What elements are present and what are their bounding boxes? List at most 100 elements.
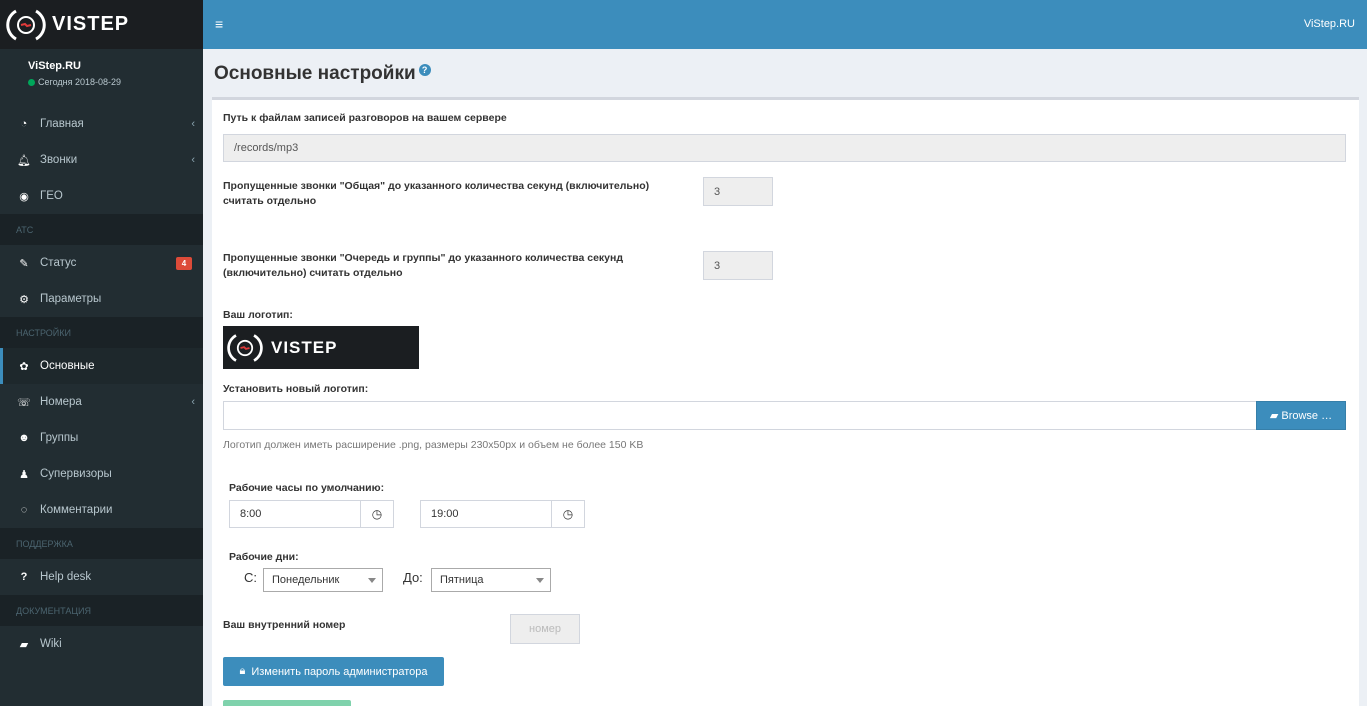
sidebar-item-wiki[interactable]: ▰ Wiki	[0, 626, 203, 662]
sidebar-item-label: Параметры	[40, 293, 102, 305]
folder-open-icon: ▰	[1269, 410, 1279, 422]
users-icon: ☻	[18, 432, 30, 444]
from-day-label: С:	[244, 570, 257, 585]
sidebar-item-label: Комментарии	[40, 504, 113, 516]
sidebar-item-helpdesk[interactable]: ? Help desk	[0, 559, 203, 595]
site-link[interactable]: ViStep.RU	[1304, 18, 1355, 30]
menu-toggle-icon[interactable]: ≡	[215, 16, 223, 32]
from-day-select[interactable]: Понедельник	[263, 568, 383, 592]
to-day-select[interactable]: Пятница	[431, 568, 551, 592]
path-input[interactable]: /records/mp3	[223, 134, 1346, 162]
missed-queue-label: Пропущенные звонки "Очередь и группы" до…	[223, 251, 623, 281]
sidebar-item-params[interactable]: ⚙ Параметры	[0, 281, 203, 317]
question-icon: ?	[20, 571, 28, 583]
change-password-label: Изменить пароль администратора	[251, 665, 428, 678]
sidebar-item-label: Главная	[40, 118, 84, 130]
work-days-label: Рабочие дни:	[229, 551, 299, 563]
chevron-left-icon: ‹	[191, 154, 195, 166]
sidebar-item-numbers[interactable]: ☏ Номера ‹	[0, 384, 203, 420]
sidebar-item-label: Статус	[40, 257, 77, 269]
sidebar-item-status[interactable]: ✎ Статус 4	[0, 245, 203, 281]
missed-general-input[interactable]: 3	[703, 177, 773, 206]
sidebar: VISTEP ViStep.RU Сегодня 2018-08-29 ◔ Гл…	[0, 0, 203, 706]
extension-label: Ваш внутренний номер	[223, 619, 346, 631]
bell-icon: 🔔︎	[17, 154, 31, 167]
menu-header-ats: АТС	[0, 214, 203, 245]
sidebar-item-comments[interactable]: ◌ Комментарии	[0, 492, 203, 528]
globe-icon: ◉	[19, 190, 29, 203]
topbar: ≡ ViStep.RU	[203, 0, 1367, 49]
save-button[interactable]	[223, 700, 351, 706]
page-title: Основные настройки ?	[214, 63, 431, 85]
logo-preview: VISTEP	[223, 326, 419, 369]
page-title-text: Основные настройки	[214, 63, 416, 84]
user-status-text: Сегодня 2018-08-29	[38, 77, 122, 87]
user-status: Сегодня 2018-08-29	[28, 77, 203, 87]
sidebar-item-supervisors[interactable]: ♟ Супервизоры	[0, 456, 203, 492]
missed-queue-label-line2: (включительно) считать отдельно	[223, 267, 403, 279]
sidebar-item-main[interactable]: ◔ Главная ‹	[0, 106, 203, 142]
new-logo-label: Установить новый логотип:	[223, 383, 369, 395]
main-content: Основные настройки ? Путь к файлам запис…	[203, 49, 1367, 706]
wrench-icon: ✎	[19, 257, 29, 270]
sidebar-item-label: Основные	[40, 360, 95, 372]
sidebar-item-label: Номера	[40, 396, 82, 408]
work-end-input[interactable]: 19:00	[420, 500, 552, 528]
phone-icon: ☏	[17, 396, 31, 409]
from-day-value: Понедельник	[272, 574, 340, 586]
chevron-left-icon: ‹	[191, 396, 195, 408]
work-hours-label: Рабочие часы по умолчанию:	[229, 482, 385, 494]
caret-down-icon	[368, 578, 376, 583]
missed-queue-input[interactable]: 3	[703, 251, 773, 280]
clock-icon[interactable]: ◷	[551, 500, 585, 528]
menu-header-support: ПОДДЕРЖКА	[0, 528, 203, 559]
menu-header-settings: НАСТРОЙКИ	[0, 317, 203, 348]
comment-icon: ◌	[20, 504, 28, 516]
caret-down-icon	[536, 578, 544, 583]
work-start-input[interactable]: 8:00	[229, 500, 361, 528]
settings-form: Путь к файлам записей разговоров на ваше…	[212, 97, 1359, 706]
sidebar-item-label: ГЕО	[40, 190, 63, 202]
sidebar-item-label: Супервизоры	[40, 468, 112, 480]
book-icon: ▰	[19, 638, 29, 651]
dashboard-icon: ◔	[20, 118, 28, 130]
missed-general-label-line1: Пропущенные звонки "Общая" до указанного…	[223, 180, 650, 192]
logo-hint: Логотип должен иметь расширение .png, ра…	[223, 439, 644, 451]
vistep-logo-icon	[227, 333, 263, 362]
chevron-left-icon: ‹	[191, 118, 195, 130]
sidebar-item-general[interactable]: ✿ Основные	[0, 348, 203, 384]
missed-queue-label-line1: Пропущенные звонки "Очередь и группы" до…	[223, 252, 624, 264]
path-label: Путь к файлам записей разговоров на ваше…	[223, 112, 507, 124]
to-day-label: До:	[403, 570, 423, 585]
clock-icon[interactable]: ◷	[360, 500, 394, 528]
user-name: ViStep.RU	[28, 60, 81, 72]
missed-general-label-line2: считать отдельно	[223, 195, 317, 207]
sidebar-item-calls[interactable]: 🔔︎ Звонки ‹	[0, 142, 203, 178]
logo-file-input[interactable]	[223, 401, 1257, 430]
status-badge: 4	[176, 257, 192, 270]
sidebar-logo[interactable]: VISTEP	[0, 0, 203, 49]
online-status-icon	[28, 78, 35, 86]
extension-input[interactable]: номер	[510, 614, 580, 644]
to-day-value: Пятница	[440, 574, 484, 586]
vistep-logo-icon	[6, 9, 46, 40]
person-icon: ♟	[19, 468, 29, 481]
cog-icon: ✿	[19, 360, 29, 373]
logo-label: Ваш логотип:	[223, 309, 293, 321]
sidebar-item-groups[interactable]: ☻ Группы	[0, 420, 203, 456]
sidebar-item-label: Wiki	[40, 638, 62, 650]
sidebar-item-label: Звонки	[40, 154, 78, 166]
browse-button-label: Browse …	[1281, 409, 1333, 422]
menu-header-docs: ДОКУМЕНТАЦИЯ	[0, 595, 203, 626]
cogs-icon: ⚙	[19, 293, 29, 306]
missed-general-label: Пропущенные звонки "Общая" до указанного…	[223, 179, 649, 209]
change-password-button[interactable]: 🔒︎ Изменить пароль администратора	[223, 657, 444, 686]
question-circle-icon[interactable]: ?	[418, 64, 431, 76]
sidebar-item-label: Группы	[40, 432, 79, 444]
sidebar-item-label: Help desk	[40, 571, 92, 583]
sidebar-item-geo[interactable]: ◉ ГЕО	[0, 178, 203, 214]
user-panel: ViStep.RU Сегодня 2018-08-29	[0, 49, 203, 106]
browse-button[interactable]: ▰ Browse …	[1256, 401, 1346, 430]
logo-text: VISTEP	[52, 13, 130, 35]
lock-icon: 🔒︎	[239, 665, 246, 677]
